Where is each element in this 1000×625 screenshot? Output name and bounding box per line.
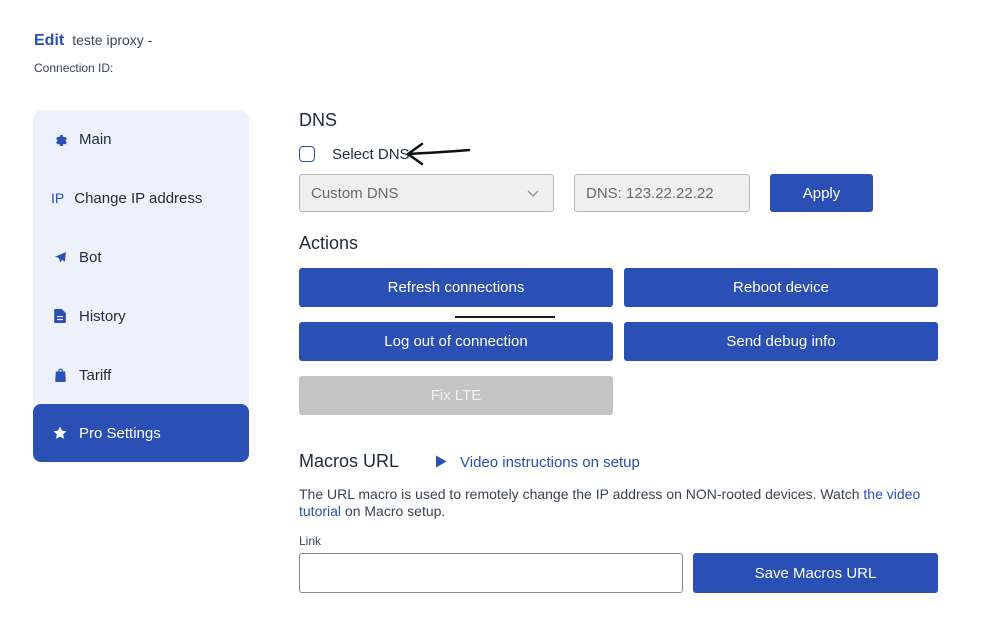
sidebar-item-pro-settings[interactable]: Pro Settings [33,404,249,462]
edit-title: Edit [34,32,65,49]
sidebar-item-tariff[interactable]: Tariff [33,346,249,404]
log-out-button[interactable]: Log out of connection [299,322,613,361]
sidebar-item-label: Change IP address [74,189,203,207]
sidebar-item-label: Main [79,130,112,148]
video-instructions-link[interactable]: Video instructions on setup [460,454,640,471]
reboot-device-button[interactable]: Reboot device [624,268,938,307]
sidebar-item-change-ip[interactable]: IP Change IP address [33,169,249,227]
dns-address-input[interactable]: DNS: 123.22.22.22 [574,174,750,212]
select-dns-label[interactable]: Select DNS [332,146,410,163]
document-icon [53,309,67,323]
sidebar-item-main[interactable]: Main [33,110,249,168]
sidebar-item-label: Bot [79,248,102,266]
actions-heading: Actions [299,233,359,253]
connection-name: teste iproxy - [72,32,153,48]
fix-lte-button: Fix LTE [299,376,613,415]
select-dns-checkbox[interactable] [299,146,315,162]
sidebar-item-history[interactable]: History [33,287,249,345]
dns-select[interactable]: Custom DNS [299,174,554,212]
macros-desc-text: The URL macro is used to remotely change… [299,486,860,502]
sidebar-item-label: History [79,307,126,325]
connection-id-label: Connection ID: [34,61,114,75]
macros-heading: Macros URL [299,451,400,471]
dns-heading: DNS [299,110,338,130]
ip-icon: IP [51,190,65,206]
annotation-underline [455,316,555,318]
macros-description: The URL macro is used to remotely change… [299,486,939,520]
macros-link-input[interactable] [299,553,683,593]
refresh-connections-button[interactable]: Refresh connections [299,268,613,307]
sidebar-item-label: Pro Settings [79,424,161,442]
sidebar-item-label: Tariff [79,366,112,384]
macros-desc-text-end: on Macro setup. [344,503,446,519]
star-icon [53,426,67,440]
sidebar: Main IP Change IP address Bot History Ta… [33,110,249,462]
annotation-arrow-icon [406,142,471,166]
dns-select-value: Custom DNS [311,184,399,202]
sidebar-item-bot[interactable]: Bot [33,228,249,286]
chevron-down-icon [527,190,539,198]
telegram-icon [53,250,67,264]
apply-button[interactable]: Apply [770,174,873,212]
send-debug-info-button[interactable]: Send debug info [624,322,938,361]
link-label: Link [299,534,322,548]
page-header: Edit teste iproxy - Connection ID: [34,32,152,75]
play-icon[interactable] [435,455,447,468]
gear-icon [53,132,67,146]
bag-icon [53,368,67,382]
save-macros-url-button[interactable]: Save Macros URL [693,553,938,593]
